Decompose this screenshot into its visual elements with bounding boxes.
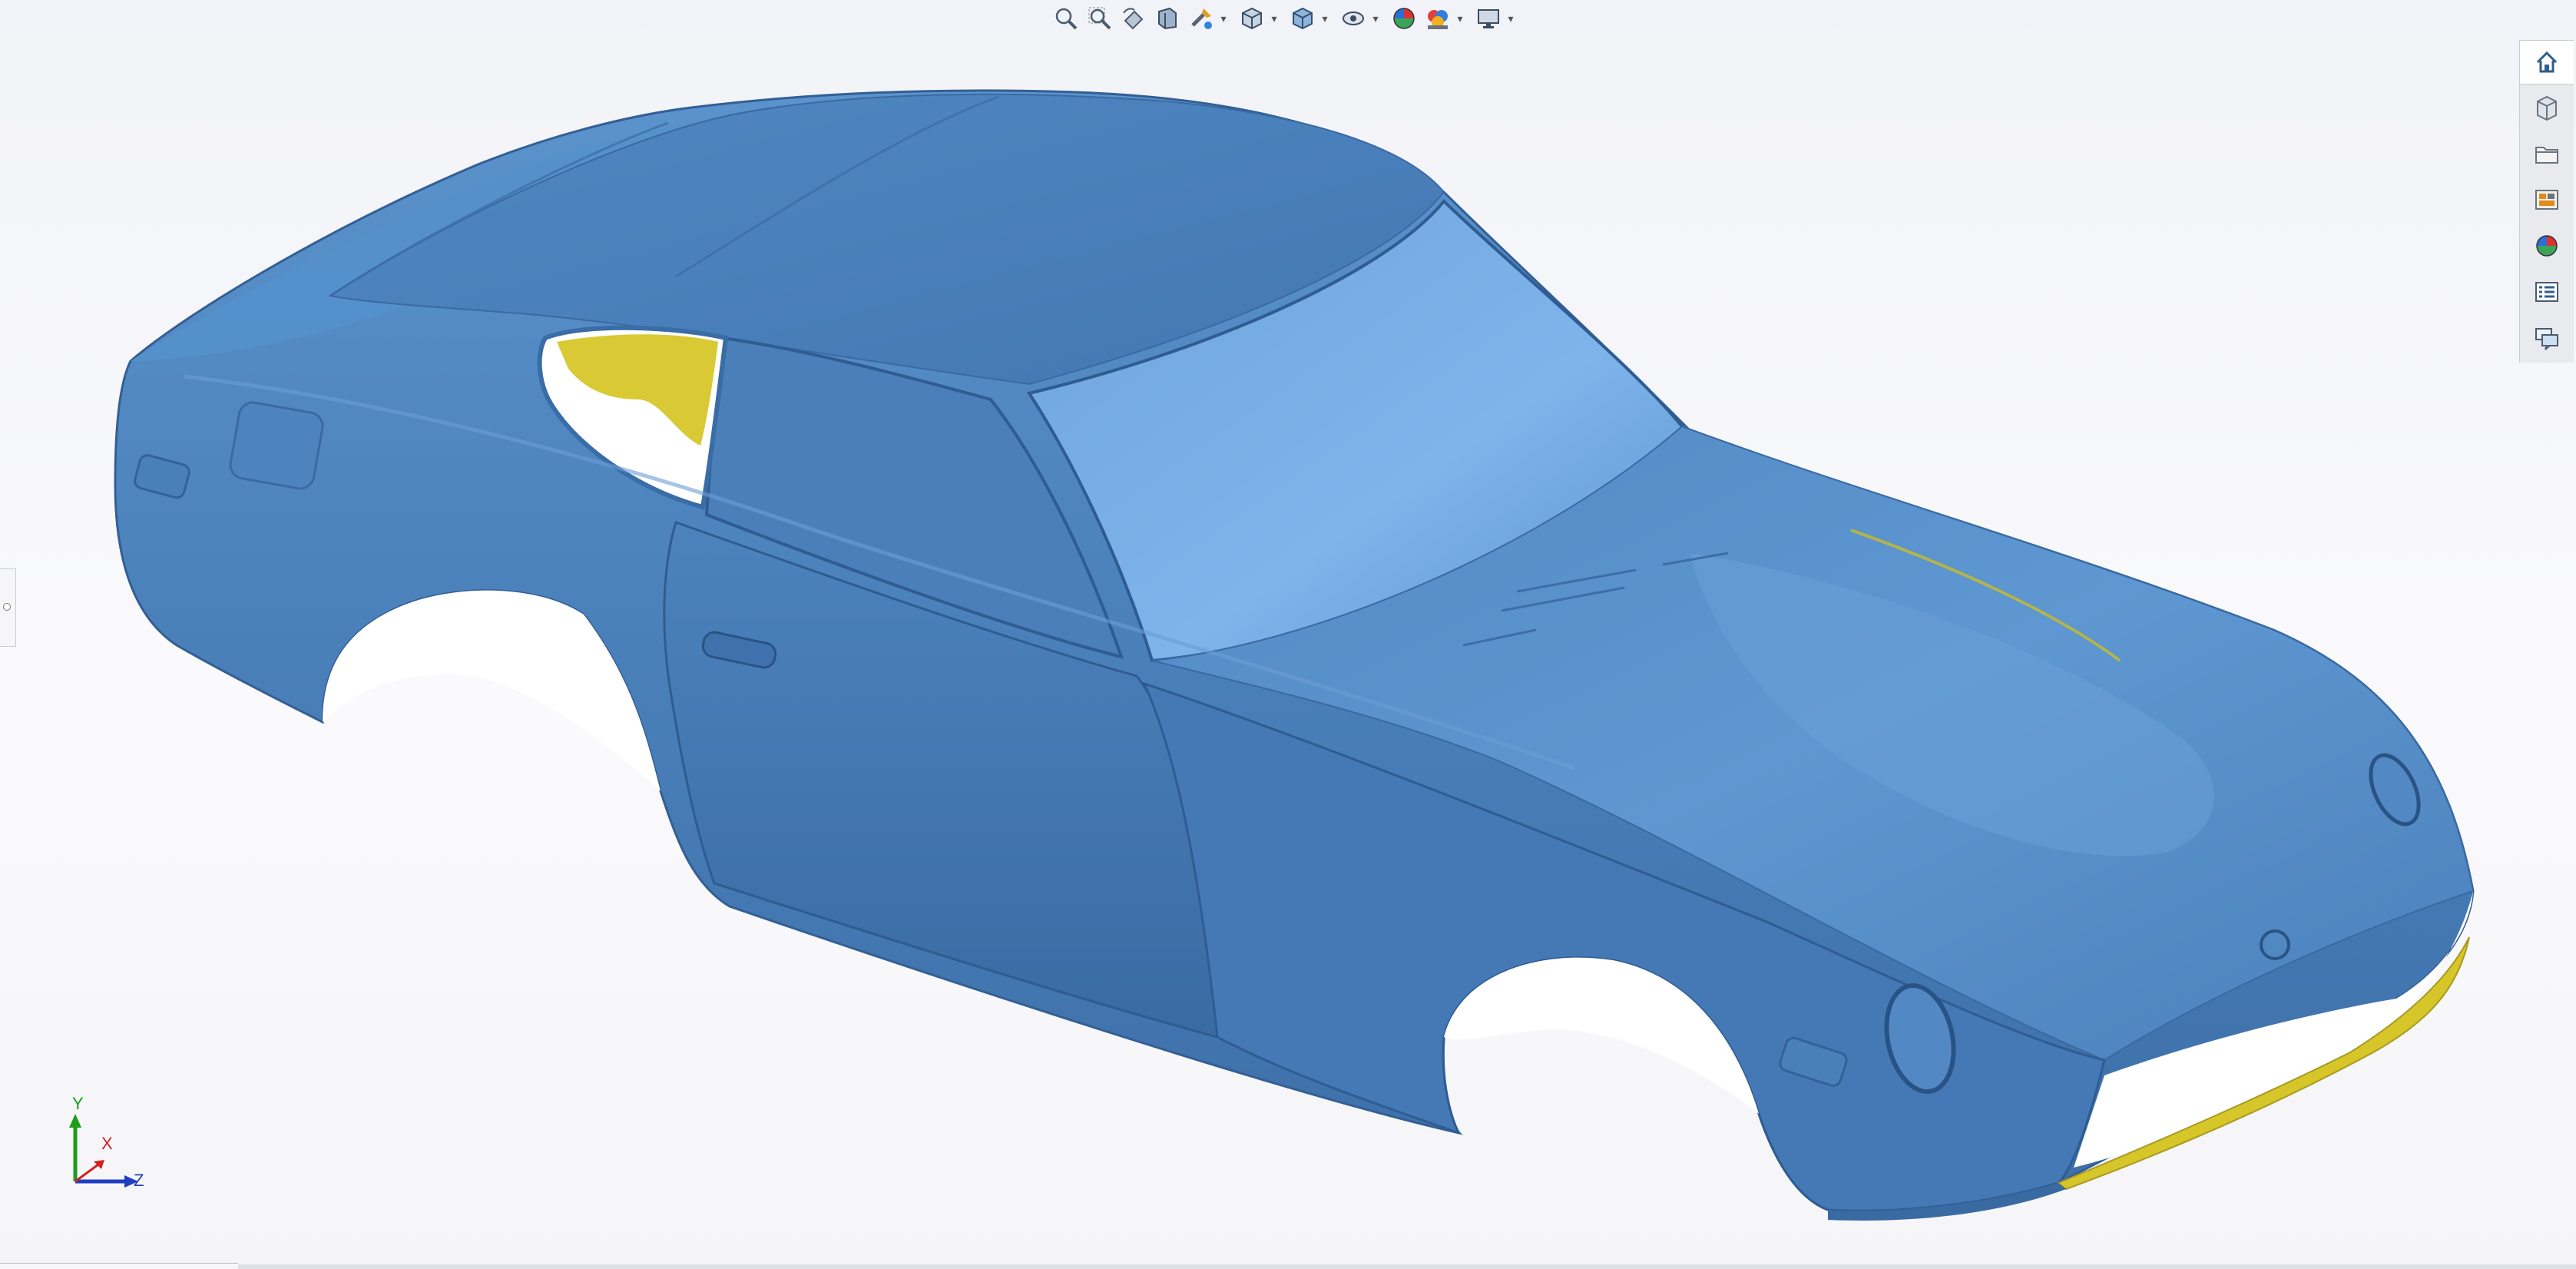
triad-z-label: Z — [134, 1171, 144, 1190]
zoom-to-area-icon[interactable] — [1084, 3, 1115, 34]
fuel-filler-door — [229, 401, 324, 490]
hide-show-items-icon[interactable] — [1338, 3, 1369, 34]
hide-show-items-dropdown[interactable]: ▾ — [1372, 3, 1379, 34]
file-explorer-icon[interactable] — [2520, 132, 2574, 175]
bottom-border — [0, 1264, 2576, 1269]
edit-appearance-icon[interactable] — [1389, 3, 1419, 34]
previous-view-icon[interactable] — [1118, 3, 1149, 34]
view-settings-icon[interactable] — [1473, 3, 1504, 34]
task-pane-tabs — [2519, 40, 2574, 363]
feature-manager-collapse-handle[interactable] — [0, 568, 16, 647]
car-body-scan-model[interactable] — [0, 0, 2576, 1269]
view-tools-dropdown[interactable]: ▾ — [1220, 3, 1227, 34]
model-tab[interactable] — [0, 1263, 238, 1269]
custom-properties-icon[interactable] — [2520, 270, 2574, 313]
view-orientation-icon[interactable] — [1287, 3, 1318, 34]
zoom-to-fit-icon[interactable] — [1051, 3, 1081, 34]
section-view-icon[interactable] — [1152, 3, 1183, 34]
home-icon[interactable] — [2520, 40, 2574, 84]
triad-y-label: Y — [72, 1094, 84, 1113]
3d-content-icon[interactable] — [2520, 86, 2574, 129]
view-orientation-dropdown[interactable]: ▾ — [1321, 3, 1329, 34]
forum-icon[interactable] — [2520, 316, 2574, 359]
graphics-area[interactable]: ▾ ▾ ▾ ▾ ▾ ▾ Y X Z — [0, 0, 2576, 1269]
view-tools-icon[interactable] — [1186, 3, 1217, 34]
view-palette-icon[interactable] — [2520, 178, 2574, 221]
heads-up-view-toolbar: ▾ ▾ ▾ ▾ ▾ ▾ — [1051, 2, 1521, 35]
handle-dot-icon — [3, 603, 11, 611]
display-style-dropdown[interactable]: ▾ — [1270, 3, 1278, 34]
reference-triad: Y X Z — [54, 1091, 161, 1206]
triad-x-label: X — [101, 1134, 113, 1153]
appearances-icon[interactable] — [2520, 224, 2574, 267]
display-style-icon[interactable] — [1237, 3, 1267, 34]
apply-scene-dropdown[interactable]: ▾ — [1456, 3, 1464, 34]
apply-scene-icon[interactable] — [1422, 3, 1453, 34]
view-settings-dropdown[interactable]: ▾ — [1507, 3, 1515, 34]
